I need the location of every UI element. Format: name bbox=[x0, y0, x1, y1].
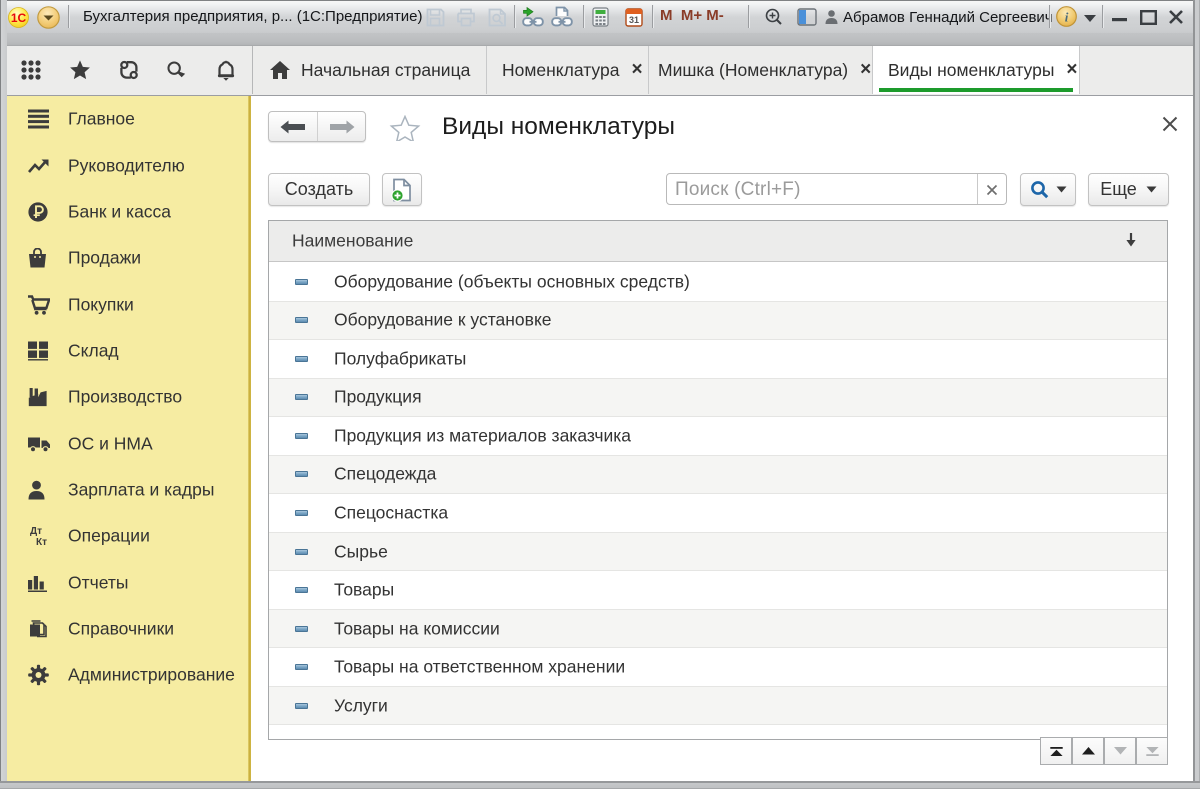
svg-text:Дт: Дт bbox=[30, 526, 42, 537]
svg-text:Кт: Кт bbox=[36, 537, 47, 547]
svg-text:1C: 1C bbox=[11, 11, 27, 25]
svg-text:i: i bbox=[1065, 10, 1069, 25]
svg-text:31: 31 bbox=[629, 15, 639, 25]
